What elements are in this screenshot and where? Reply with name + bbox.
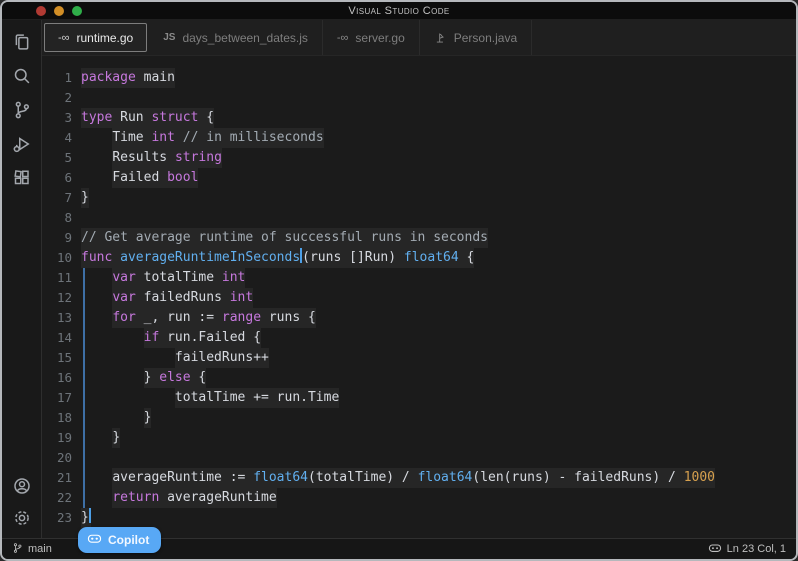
tab-Person.java[interactable]: Person.java (420, 20, 532, 55)
line-number: 13 (42, 308, 72, 328)
text-cursor (89, 508, 91, 523)
code-line[interactable]: 20 (42, 448, 796, 468)
code-line[interactable]: 17 totalTime += run.Time (42, 388, 796, 408)
line-number: 20 (42, 448, 72, 468)
traffic-lights (36, 6, 82, 16)
js-file-icon: JS (163, 32, 175, 43)
tab-server.go[interactable]: -∞ server.go (323, 20, 420, 55)
line-number: 21 (42, 468, 72, 488)
cursor-position-indicator[interactable]: Ln 23 Col, 1 (708, 542, 786, 557)
code-line[interactable]: 22 return averageRuntime (42, 488, 796, 508)
line-number: 19 (42, 428, 72, 448)
source-control-icon[interactable] (10, 98, 34, 122)
tab-label: server.go (355, 31, 404, 45)
line-number: 16 (42, 368, 72, 388)
copilot-label: Copilot (108, 533, 149, 547)
line-number: 11 (42, 268, 72, 288)
code-line[interactable]: 9// Get average runtime of successful ru… (42, 228, 796, 248)
copilot-status-icon (708, 542, 722, 557)
code-line[interactable]: 1package main (42, 68, 796, 88)
code-line[interactable]: 14 if run.Failed { (42, 328, 796, 348)
line-number: 12 (42, 288, 72, 308)
code-line[interactable]: 16 } else { (42, 368, 796, 388)
tab-label: Person.java (454, 31, 517, 45)
git-branch-indicator[interactable]: main (12, 542, 52, 557)
code-line[interactable]: 15 failedRuns++ (42, 348, 796, 368)
line-number: 23 (42, 508, 72, 528)
cursor-position-label: Ln 23 Col, 1 (727, 543, 786, 555)
vscode-window: Visual Studio Code -∞ runtime.go JS days_be… (0, 0, 798, 561)
java-file-icon (434, 31, 447, 45)
line-number: 6 (42, 168, 72, 188)
line-number: 17 (42, 388, 72, 408)
account-icon[interactable] (10, 474, 34, 498)
maximize-button[interactable] (72, 6, 82, 16)
title-bar: Visual Studio Code (2, 2, 796, 20)
git-branch-icon (12, 542, 23, 557)
run-debug-icon[interactable] (10, 132, 34, 156)
code-line[interactable]: 8 (42, 208, 796, 228)
tab-days_between_dates.js[interactable]: JS days_between_dates.js (149, 20, 323, 55)
line-number: 9 (42, 228, 72, 248)
code-line[interactable]: 13 for _, run := range runs { (42, 308, 796, 328)
code-editor[interactable]: 1package main23type Run struct {4 Time i… (42, 56, 796, 538)
git-branch-label: main (28, 543, 52, 555)
line-number: 14 (42, 328, 72, 348)
code-line[interactable]: 5 Results string (42, 148, 796, 168)
active-indent-guide (83, 268, 85, 508)
activity-bar (2, 20, 42, 538)
code-line[interactable]: 2 (42, 88, 796, 108)
code-line[interactable]: 19 } (42, 428, 796, 448)
tab-bar: -∞ runtime.go JS days_between_dates.js -∞ ser… (42, 20, 796, 56)
window-title: Visual Studio Code (348, 5, 449, 17)
line-number: 1 (42, 68, 72, 88)
minimize-button[interactable] (54, 6, 64, 16)
line-number: 8 (42, 208, 72, 228)
settings-icon[interactable] (10, 506, 34, 530)
line-number: 4 (42, 128, 72, 148)
tab-label: days_between_dates.js (182, 31, 307, 45)
line-number: 5 (42, 148, 72, 168)
copilot-badge[interactable]: Copilot (78, 527, 161, 553)
close-button[interactable] (36, 6, 46, 16)
copilot-icon (87, 532, 102, 548)
line-number: 7 (42, 188, 72, 208)
code-line[interactable]: 11 var totalTime int (42, 268, 796, 288)
go-file-icon: -∞ (337, 32, 349, 44)
code-line[interactable]: 3type Run struct { (42, 108, 796, 128)
go-file-icon: -∞ (58, 32, 70, 44)
tab-label: runtime.go (77, 31, 134, 45)
extensions-icon[interactable] (10, 166, 34, 190)
explorer-icon[interactable] (10, 30, 34, 54)
line-number: 10 (42, 248, 72, 268)
line-number: 3 (42, 108, 72, 128)
code-line[interactable]: 4 Time int // in milliseconds (42, 128, 796, 148)
line-number: 22 (42, 488, 72, 508)
code-line[interactable]: 23} (42, 508, 796, 528)
code-line[interactable]: 7} (42, 188, 796, 208)
code-line[interactable]: 21 averageRuntime := float64(totalTime) … (42, 468, 796, 488)
code-line[interactable]: 12 var failedRuns int (42, 288, 796, 308)
tab-runtime.go[interactable]: -∞ runtime.go (44, 23, 147, 52)
code-line[interactable]: 18 } (42, 408, 796, 428)
line-number: 2 (42, 88, 72, 108)
line-number: 18 (42, 408, 72, 428)
code-line[interactable]: 6 Failed bool (42, 168, 796, 188)
code-line[interactable]: 10func averageRuntimeInSeconds(runs []Ru… (42, 248, 796, 268)
line-number: 15 (42, 348, 72, 368)
search-icon[interactable] (10, 64, 34, 88)
